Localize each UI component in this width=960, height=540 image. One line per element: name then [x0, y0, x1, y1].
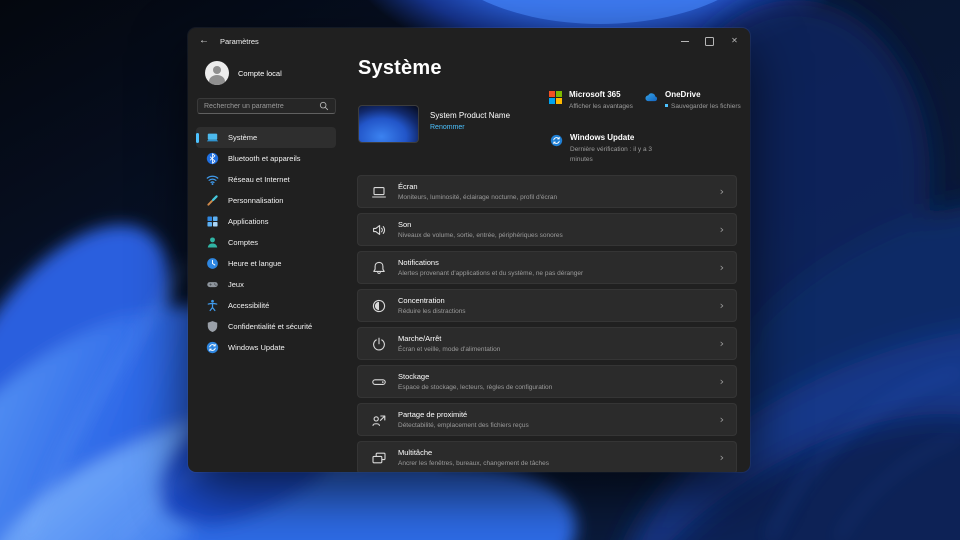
titlebar: ← Paramètres ✕ — [188, 28, 750, 54]
privacy-icon — [206, 320, 219, 333]
sidebar-item-label: Windows Update — [228, 343, 285, 352]
maximize-icon — [705, 36, 714, 46]
display-icon — [371, 184, 387, 200]
sidebar-item-label: Confidentialité et sécurité — [228, 322, 313, 331]
search-icon — [319, 101, 329, 111]
main-pane: Système System Product Name Renommer Mic… — [344, 54, 750, 472]
sidebar-item-label: Réseau et Internet — [228, 175, 290, 184]
accessibility-icon — [206, 299, 219, 312]
sidebar-item-label: Personnalisation — [228, 196, 284, 205]
onedrive-cloud-icon — [645, 91, 658, 104]
system-icon — [206, 131, 219, 144]
row-son[interactable]: Son Niveaux de volume, sortie, entrée, p… — [357, 213, 737, 246]
focus-icon — [371, 298, 387, 314]
account-name: Compte local — [238, 68, 282, 78]
multitask-windows-icon — [371, 450, 387, 466]
sidebar-item-label: Système — [228, 133, 258, 142]
search-input[interactable] — [204, 102, 319, 110]
apps-icon — [206, 215, 219, 228]
settings-window: ← Paramètres ✕ Compte local Système Blue… — [188, 28, 750, 472]
chevron-right-icon: › — [719, 223, 724, 236]
time-language-icon — [206, 257, 219, 270]
chevron-right-icon: › — [719, 451, 724, 464]
microsoft365-subtitle: Afficher les avantages — [569, 103, 633, 110]
sidebar-item-applications[interactable]: Applications — [196, 211, 336, 232]
chevron-right-icon: › — [719, 375, 724, 388]
avatar — [205, 61, 229, 85]
chevron-right-icon: › — [719, 185, 724, 198]
windows-update-icon — [206, 341, 219, 354]
rename-link[interactable]: Renommer — [430, 124, 510, 131]
page-title: Système — [358, 57, 442, 79]
sidebar-item-accessibilite[interactable]: Accessibilité — [196, 295, 336, 316]
onedrive-title: OneDrive — [665, 90, 701, 99]
minimize-button[interactable] — [672, 28, 697, 54]
search-box — [197, 98, 336, 114]
device-card: System Product Name Renommer — [358, 105, 510, 143]
window-controls: ✕ — [672, 28, 747, 54]
sidebar-item-confidentialite[interactable]: Confidentialité et sécurité — [196, 316, 336, 337]
power-icon — [371, 336, 387, 352]
sidebar-item-label: Heure et langue — [228, 259, 282, 268]
sound-icon — [371, 222, 387, 238]
sidebar: Compte local Système Bluetooth et appare… — [188, 54, 344, 472]
sidebar-item-label: Bluetooth et appareils — [228, 154, 301, 163]
onedrive-subtitle: Sauvegarder les fichiers — [665, 102, 741, 112]
network-icon — [206, 173, 219, 186]
row-concentration[interactable]: Concentration Réduire les distractions › — [357, 289, 737, 322]
sidebar-item-label: Jeux — [228, 280, 244, 289]
chevron-right-icon: › — [719, 413, 724, 426]
sidebar-item-bluetooth[interactable]: Bluetooth et appareils — [196, 148, 336, 169]
gaming-icon — [206, 278, 219, 291]
personalization-icon — [206, 194, 219, 207]
microsoft-logo-icon — [549, 91, 562, 104]
onedrive-card[interactable]: OneDrive Sauvegarder les fichiers — [645, 90, 741, 112]
windows-update-card[interactable]: Windows Update Dernière vérification : i… — [550, 133, 674, 165]
sidebar-nav: Système Bluetooth et appareils Réseau et… — [196, 127, 336, 358]
sidebar-item-personnalisation[interactable]: Personnalisation — [196, 190, 336, 211]
windows-update-subtitle: Dernière vérification : il y a 3 minutes — [570, 146, 653, 163]
windows-update-sync-icon — [550, 134, 563, 147]
device-thumbnail — [358, 105, 419, 143]
row-marche-arret[interactable]: Marche/Arrêt Écran et veille, mode d'ali… — [357, 327, 737, 360]
row-partage-proximite[interactable]: Partage de proximité Détectabilité, empl… — [357, 403, 737, 436]
chevron-right-icon: › — [719, 261, 724, 274]
device-name: System Product Name — [430, 111, 511, 120]
accounts-icon — [206, 236, 219, 249]
microsoft365-title: Microsoft 365 — [569, 90, 621, 99]
close-icon: ✕ — [731, 36, 738, 45]
microsoft365-card[interactable]: Microsoft 365 Afficher les avantages — [549, 90, 633, 112]
minimize-icon — [680, 40, 689, 42]
sidebar-item-label: Applications — [228, 217, 269, 226]
sidebar-item-label: Accessibilité — [228, 301, 270, 310]
sidebar-item-jeux[interactable]: Jeux — [196, 274, 336, 295]
back-button[interactable]: ← — [199, 36, 209, 46]
account-card[interactable]: Compte local — [205, 61, 336, 85]
chevron-right-icon: › — [719, 337, 724, 350]
maximize-button[interactable] — [697, 28, 722, 54]
chevron-right-icon: › — [719, 299, 724, 312]
bullet-icon — [665, 104, 668, 107]
sidebar-item-windows-update[interactable]: Windows Update — [196, 337, 336, 358]
bell-icon — [371, 260, 387, 276]
window-title: Paramètres — [220, 36, 259, 46]
windows-update-title: Windows Update — [570, 133, 635, 142]
sidebar-item-reseau[interactable]: Réseau et Internet — [196, 169, 336, 190]
row-multitache[interactable]: Multitâche Ancrer les fenêtres, bureaux,… — [357, 441, 737, 472]
close-button[interactable]: ✕ — [722, 28, 747, 54]
row-notifications[interactable]: Notifications Alertes provenant d'applic… — [357, 251, 737, 284]
sidebar-item-heure-langue[interactable]: Heure et langue — [196, 253, 336, 274]
storage-drive-icon — [371, 374, 387, 390]
row-stockage[interactable]: Stockage Espace de stockage, lecteurs, r… — [357, 365, 737, 398]
sidebar-item-label: Comptes — [228, 238, 259, 247]
nearby-share-icon — [371, 412, 387, 428]
row-ecran[interactable]: Écran Moniteurs, luminosité, éclairage n… — [357, 175, 737, 208]
sidebar-item-systeme[interactable]: Système — [196, 127, 336, 148]
bluetooth-icon — [206, 152, 219, 165]
settings-list: Écran Moniteurs, luminosité, éclairage n… — [357, 175, 737, 472]
sidebar-item-comptes[interactable]: Comptes — [196, 232, 336, 253]
